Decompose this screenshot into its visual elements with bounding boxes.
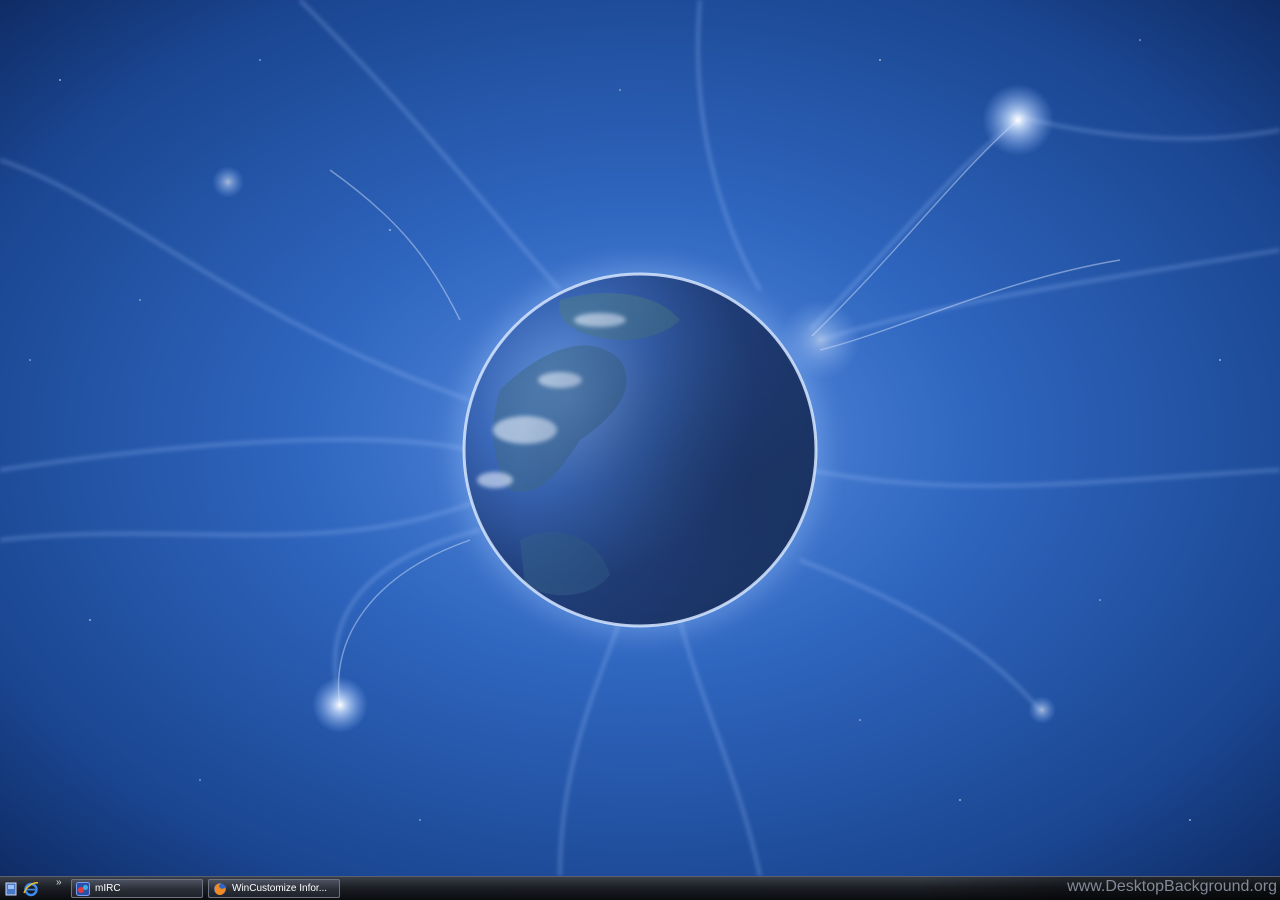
mirc-icon [76,881,90,896]
task-button-label: mIRC [95,883,121,894]
quick-launch-overflow-button[interactable]: » [56,877,61,889]
quick-launch [0,878,40,900]
task-button-mirc[interactable]: mIRC [71,879,203,898]
task-button-wincustomize[interactable]: WinCustomize Infor... [208,879,340,898]
show-desktop-icon[interactable] [2,880,20,898]
firefox-icon [213,882,227,896]
wallpaper [0,0,1280,876]
desktop: » mIRC WinCustomize Infor... www.Desktop… [0,0,1280,900]
task-button-label: WinCustomize Infor... [232,883,328,894]
watermark: www.DesktopBackground.org [1067,878,1277,895]
internet-explorer-icon[interactable] [22,880,40,898]
